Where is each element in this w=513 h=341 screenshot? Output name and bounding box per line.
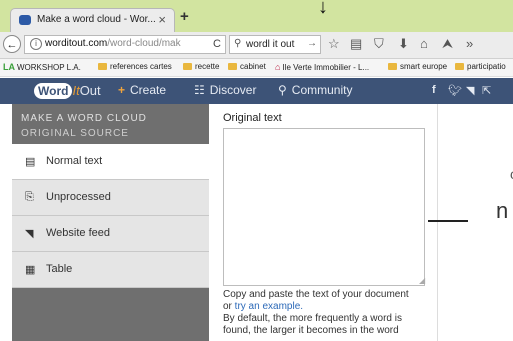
nav-discover[interactable]: ☷ Discover xyxy=(194,83,256,97)
sidebar-item-unprocessed[interactable]: ⎘ Unprocessed xyxy=(12,180,209,216)
help-line-4: found, the larger it becomes in the word xyxy=(223,325,399,336)
preview-word-fragment: n xyxy=(496,198,509,223)
bookmark-label: references cartes xyxy=(110,62,172,71)
share-icon[interactable]: ⇱ xyxy=(482,84,491,97)
sidebar-item-label: Unprocessed xyxy=(46,191,111,203)
back-button[interactable]: ← xyxy=(3,35,21,53)
bookmark-ile-verte[interactable]: ⌂ Ile Verte Immobilier - L... xyxy=(275,62,369,72)
new-tab-button[interactable]: + xyxy=(180,8,189,25)
chat-icon: ⚲ xyxy=(278,83,287,97)
reader-list-icon[interactable]: ▤ xyxy=(350,36,362,52)
original-text-label: Original text xyxy=(223,112,282,124)
pocket-icon[interactable]: ⛉ xyxy=(374,36,384,52)
facebook-icon[interactable]: f xyxy=(432,84,436,96)
reload-icon[interactable]: C xyxy=(213,38,221,50)
bookmark-label: WORKSHOP L.A. xyxy=(17,63,81,72)
search-go-icon[interactable]: → xyxy=(307,38,317,49)
sidebar-item-normal-text[interactable]: ▤ Normal text xyxy=(12,144,209,180)
browser-tab[interactable]: Make a word cloud - Wor... × xyxy=(10,8,175,32)
downloads-icon[interactable]: ⬇ xyxy=(398,36,409,52)
try-example-link[interactable]: try an example. xyxy=(235,301,303,312)
table-icon: ▦ xyxy=(25,264,36,276)
la-logo-icon: LA xyxy=(3,62,15,72)
tab-title: Make a word cloud - Wor... xyxy=(37,14,156,25)
bookmark-star-icon[interactable]: ☆ xyxy=(328,36,340,52)
url-domain: worditout.com xyxy=(45,38,108,49)
help-line-2: or try an example. xyxy=(223,301,428,313)
search-bar[interactable]: ⚲ wordl it out → xyxy=(229,35,321,54)
send-icon[interactable]: ⮝ xyxy=(442,36,453,52)
folder-icon xyxy=(183,63,192,70)
nav-create-label: Create xyxy=(130,83,167,97)
nav-create[interactable]: + Create xyxy=(118,83,166,97)
search-icon: ⚲ xyxy=(234,38,242,49)
bookmark-recette[interactable]: recette xyxy=(183,62,219,71)
logo-word: Word xyxy=(34,83,73,99)
home-icon[interactable]: ⌂ xyxy=(420,36,428,51)
document-icon: ▤ xyxy=(25,156,36,168)
copy-icon: ⎘ xyxy=(25,191,34,203)
bookmark-participatio[interactable]: participatio xyxy=(455,62,506,71)
bookmark-cabinet[interactable]: cabinet xyxy=(228,62,266,71)
help-line-3: By default, the more frequently a word i… xyxy=(223,313,402,324)
site-logo[interactable]: Word ItOut xyxy=(34,83,101,99)
url-path: /word-cloud/mak xyxy=(107,38,181,49)
rss-icon[interactable]: ◥ xyxy=(466,84,474,97)
original-text-area[interactable] xyxy=(223,128,425,286)
main-panel: Original text ◢ Copy and paste the text … xyxy=(209,104,438,341)
folder-icon xyxy=(228,63,237,70)
sidebar-heading-subtitle: ORIGINAL SOURCE xyxy=(21,128,129,139)
sidebar: MAKE A WORD CLOUD ORIGINAL SOURCE ▤ Norm… xyxy=(12,104,209,341)
browser-tab-bar: Make a word cloud - Wor... × + ↓ xyxy=(0,0,513,32)
bookmark-label: smart europe xyxy=(400,62,448,71)
plus-icon: + xyxy=(118,83,126,97)
folder-icon xyxy=(455,63,464,70)
nav-discover-label: Discover xyxy=(209,83,257,97)
bookmark-workshop[interactable]: LA WORKSHOP L.A. xyxy=(3,62,81,72)
folder-icon xyxy=(388,63,397,70)
resize-grip-icon[interactable]: ◢ xyxy=(419,276,425,285)
sidebar-heading: MAKE A WORD CLOUD ORIGINAL SOURCE xyxy=(21,111,147,141)
nav-community-label: Community xyxy=(291,83,353,97)
download-arrow-icon: ↓ xyxy=(318,0,328,18)
help-or: or xyxy=(223,301,235,312)
rss-feed-icon: ◥ xyxy=(25,228,34,240)
folder-icon xyxy=(98,63,107,70)
site-header: Word ItOut + Create ☷ Discover ⚲ Community f… xyxy=(0,78,513,104)
help-text: Copy and paste the text of your document… xyxy=(223,289,428,337)
logo-out: Out xyxy=(79,83,101,98)
site-favicon-icon xyxy=(19,15,31,25)
bookmark-label: cabinet xyxy=(240,62,266,71)
bookmark-references-cartes[interactable]: references cartes xyxy=(98,62,172,71)
overflow-chevron-icon[interactable]: » xyxy=(466,36,473,51)
preview-underline xyxy=(428,220,468,222)
nav-community[interactable]: ⚲ Community xyxy=(278,83,352,97)
sidebar-item-table[interactable]: ▦ Table xyxy=(12,252,209,288)
info-icon[interactable]: i xyxy=(30,38,42,50)
url-text[interactable]: worditout.com/word-cloud/mak xyxy=(45,38,181,49)
bookmark-label: Ile Verte Immobilier - L... xyxy=(282,63,370,72)
bookmark-label: recette xyxy=(195,62,220,71)
sidebar-item-label: Normal text xyxy=(46,155,103,167)
sidebar-item-website-feed[interactable]: ◥ Website feed xyxy=(12,216,209,252)
sidebar-item-label: Table xyxy=(46,263,73,275)
tab-close-icon[interactable]: × xyxy=(158,12,166,27)
bookmark-label: participatio xyxy=(467,62,506,71)
grid-icon: ☷ xyxy=(194,83,205,97)
url-bar[interactable]: i worditout.com/word-cloud/mak C xyxy=(24,35,226,54)
sidebar-heading-title: MAKE A WORD CLOUD xyxy=(21,113,147,124)
bookmark-smart-europe[interactable]: smart europe xyxy=(388,62,447,71)
word-cloud-preview: c n xyxy=(428,104,513,341)
search-query[interactable]: wordl it out xyxy=(246,39,294,50)
bookmarks-bar: LA WORKSHOP L.A. references cartes recett… xyxy=(0,59,513,77)
help-line-1: Copy and paste the text of your document xyxy=(223,289,409,300)
sidebar-item-label: Website feed xyxy=(46,227,111,239)
logo-it: It xyxy=(72,83,80,98)
twitter-icon[interactable]: 🐦︎ xyxy=(448,84,462,97)
browser-toolbar: ← i worditout.com/word-cloud/mak C ⚲ wor… xyxy=(0,32,513,59)
house-icon: ⌂ xyxy=(275,62,281,72)
